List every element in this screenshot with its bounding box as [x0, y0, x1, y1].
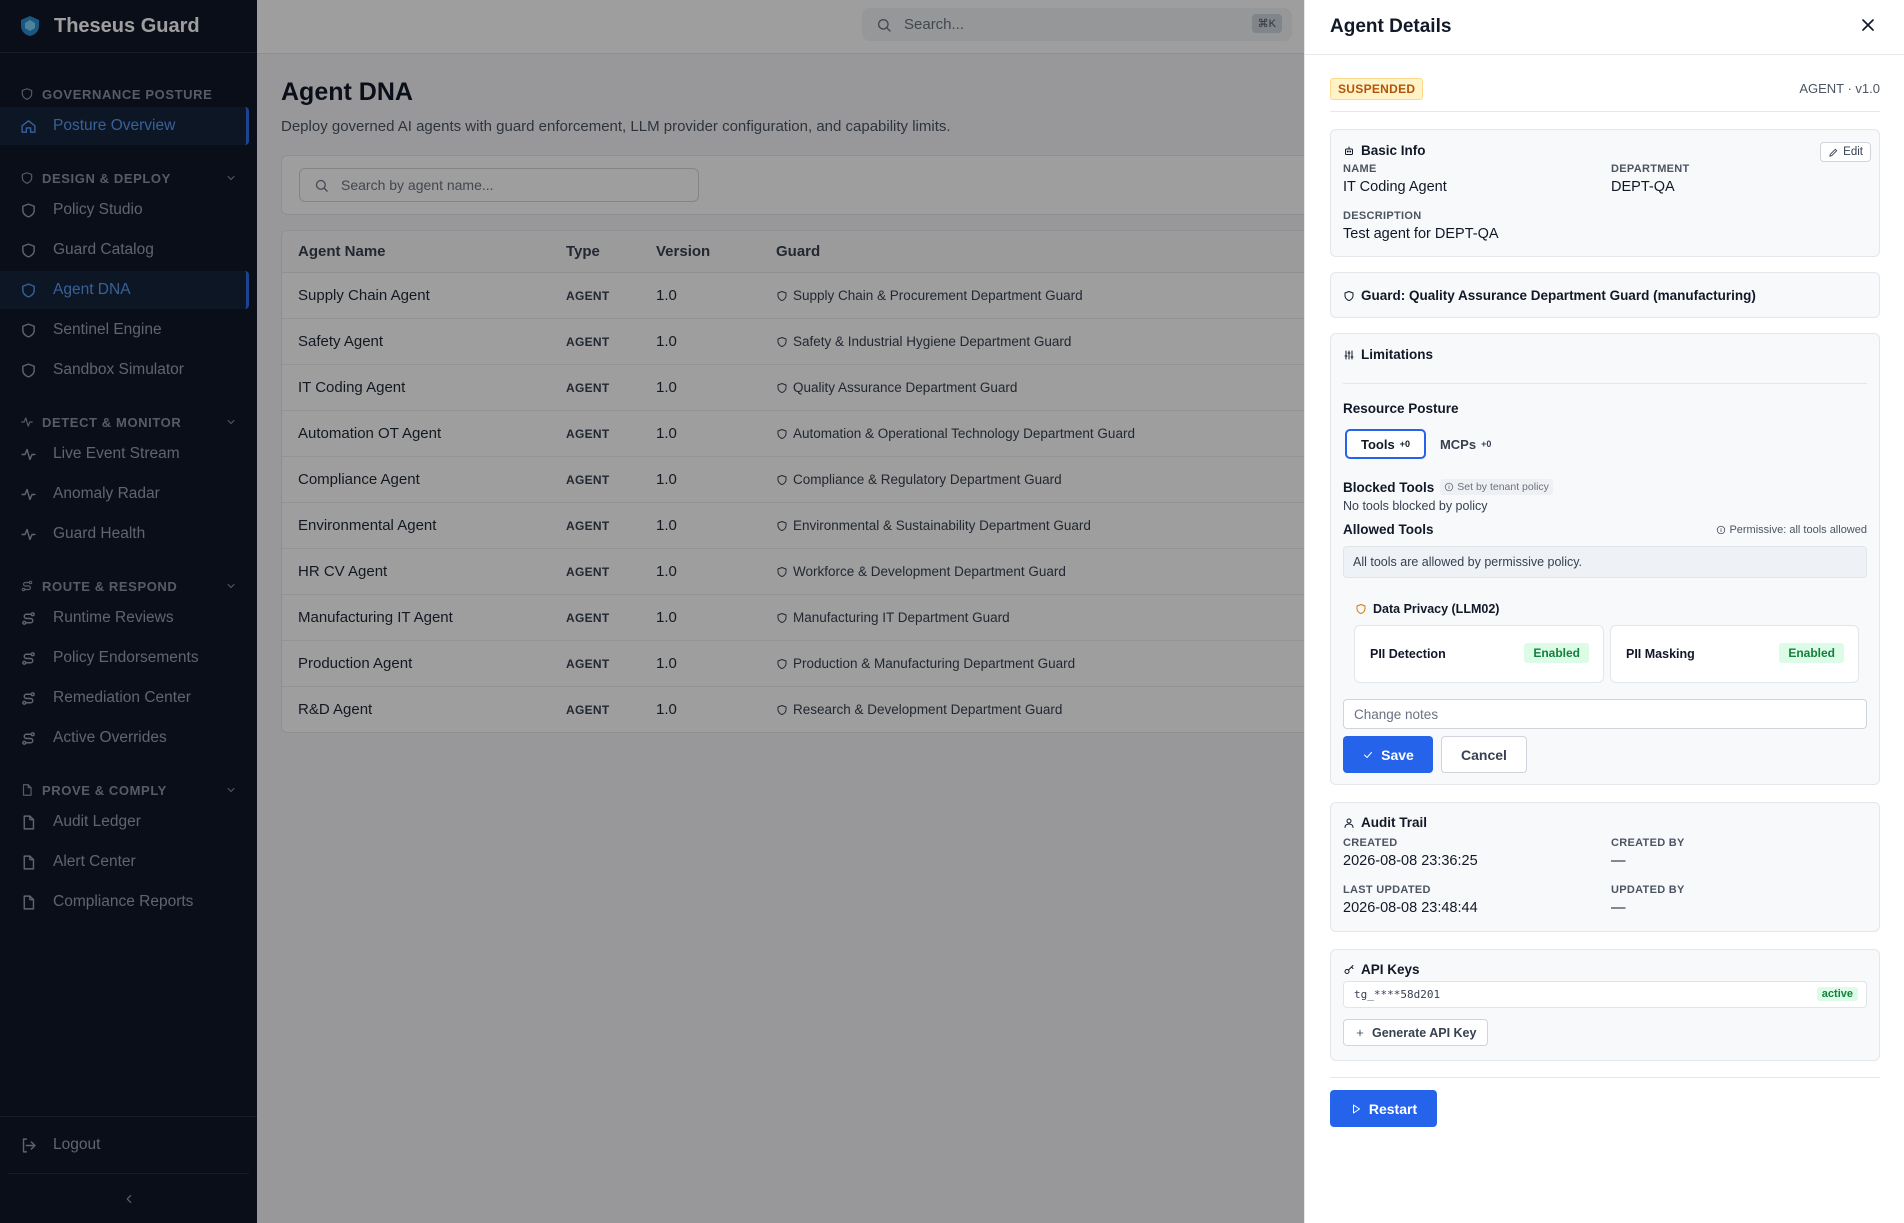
- card-title-label: API Keys: [1361, 962, 1420, 977]
- bot-icon: [1345, 146, 1353, 155]
- card-title-label: Basic Info: [1361, 143, 1426, 158]
- limitations-card: Limitations Resource Posture Tools +0 MC…: [1330, 333, 1880, 785]
- created-label: CREATED: [1343, 837, 1398, 849]
- name-label: NAME: [1343, 163, 1377, 175]
- info-icon: [1717, 525, 1726, 535]
- agent-kind-version: AGENT · v1.0: [1799, 81, 1880, 96]
- created-by-field: CREATED BY —: [1611, 837, 1685, 869]
- name-field: NAME IT Coding Agent: [1343, 163, 1447, 195]
- cancel-button[interactable]: Cancel: [1441, 736, 1527, 773]
- info-icon: [1445, 482, 1454, 492]
- guard-title: Guard: Quality Assurance Department Guar…: [1343, 288, 1756, 303]
- created-field: CREATED 2026-08-08 23:36:25: [1343, 837, 1478, 869]
- created-by-label: CREATED BY: [1611, 837, 1685, 849]
- updated-by-value: —: [1611, 900, 1626, 916]
- plus-icon: [1356, 1029, 1364, 1036]
- tab-count: +0: [1399, 439, 1410, 449]
- play-icon: [1352, 1104, 1360, 1113]
- api-key-row[interactable]: tg_****58d201 active: [1343, 981, 1867, 1008]
- key-status-badge: active: [1816, 987, 1858, 1001]
- guard-card[interactable]: Guard: Quality Assurance Department Guar…: [1330, 272, 1880, 318]
- api-key-value: tg_****58d201: [1354, 988, 1441, 1001]
- tab-label: MCPs: [1439, 436, 1477, 452]
- updated-by-field: UPDATED BY —: [1611, 884, 1685, 916]
- status-badge: SUSPENDED: [1330, 78, 1424, 100]
- permissive-hint: Permissive: all tools allowed: [1716, 524, 1867, 536]
- tab-tools[interactable]: Tools +0: [1345, 429, 1426, 459]
- generate-api-key-button[interactable]: Generate API Key: [1343, 1019, 1489, 1046]
- generate-label: Generate API Key: [1372, 1025, 1477, 1040]
- check-icon: [1364, 751, 1373, 758]
- pencil-icon: [1829, 148, 1838, 157]
- shield-icon: [1344, 290, 1354, 301]
- notes-placeholder: Change notes: [1354, 706, 1439, 722]
- shield-icon: [1356, 604, 1366, 614]
- limitations-title: Limitations: [1343, 347, 1433, 362]
- tab-mcps[interactable]: MCPs +0: [1426, 429, 1505, 459]
- updated-label: LAST UPDATED: [1343, 884, 1431, 896]
- updated-value: 2026-08-08 23:48:44: [1343, 900, 1478, 916]
- card-title-label: Limitations: [1361, 347, 1434, 362]
- audit-trail-title: Audit Trail: [1343, 815, 1427, 830]
- key-icon: [1344, 964, 1354, 974]
- drawer-header: Agent Details: [1305, 0, 1904, 55]
- status-badge: Enabled: [1779, 643, 1844, 663]
- close-icon[interactable]: [1858, 15, 1878, 35]
- api-keys-card: API Keys tg_****58d201 active Generate A…: [1330, 949, 1880, 1061]
- restart-button[interactable]: Restart: [1330, 1090, 1437, 1127]
- basic-info-card: Basic Info Edit NAME IT Coding Agent DEP…: [1330, 129, 1880, 257]
- edit-label: Edit: [1843, 146, 1863, 158]
- blocked-tools-title: Blocked Tools Set by tenant policy: [1343, 479, 1553, 495]
- divider: [1343, 383, 1867, 384]
- department-value: DEPT-QA: [1611, 179, 1675, 195]
- resource-posture-title: Resource Posture: [1343, 401, 1459, 416]
- updated-by-label: UPDATED BY: [1611, 884, 1685, 896]
- description-value: Test agent for DEPT-QA: [1343, 226, 1499, 242]
- sliders-icon: [1344, 350, 1354, 359]
- data-privacy-title: Data Privacy (LLM02): [1355, 602, 1499, 616]
- blocked-tools-text: No tools blocked by policy: [1343, 499, 1488, 513]
- option-label: PII Detection: [1370, 647, 1446, 661]
- agent-details-drawer: Agent Details SUSPENDED AGENT · v1.0 Bas…: [1304, 0, 1904, 1223]
- restart-label: Restart: [1368, 1100, 1418, 1117]
- save-label: Save: [1381, 746, 1414, 763]
- name-value: IT Coding Agent: [1343, 179, 1447, 195]
- hint-text: Permissive: all tools allowed: [1729, 524, 1867, 536]
- drawer-title: Agent Details: [1330, 16, 1452, 37]
- audit-trail-card: Audit Trail CREATED 2026-08-08 23:36:25 …: [1330, 802, 1880, 932]
- data-privacy-label: Data Privacy (LLM02): [1373, 602, 1500, 616]
- change-notes-input[interactable]: Change notes: [1343, 699, 1867, 729]
- save-button[interactable]: Save: [1343, 736, 1433, 773]
- description-field: DESCRIPTION Test agent for DEPT-QA: [1343, 210, 1499, 242]
- allowed-tools-info: All tools are allowed by permissive poli…: [1343, 546, 1867, 578]
- created-by-value: —: [1611, 853, 1626, 869]
- tab-label: Tools: [1361, 436, 1395, 452]
- cancel-label: Cancel: [1461, 746, 1507, 763]
- api-keys-title: API Keys: [1343, 962, 1420, 977]
- resource-tabs: Tools +0 MCPs +0: [1345, 429, 1505, 459]
- divider: [1330, 1077, 1880, 1078]
- updated-field: LAST UPDATED 2026-08-08 23:48:44: [1343, 884, 1478, 916]
- allowed-tools-title: Allowed Tools: [1343, 522, 1434, 537]
- status-badge: Enabled: [1524, 643, 1589, 663]
- tab-count: +0: [1481, 439, 1492, 449]
- guard-label: Guard: Quality Assurance Department Guar…: [1361, 288, 1756, 303]
- hint-text: Set by tenant policy: [1457, 481, 1549, 493]
- card-title-label: Audit Trail: [1361, 815, 1428, 830]
- department-label: DEPARTMENT: [1611, 163, 1690, 175]
- blocked-tools-label: Blocked Tools: [1343, 479, 1435, 495]
- basic-info-title: Basic Info: [1343, 143, 1426, 158]
- pii-detection-option[interactable]: PII Detection Enabled: [1354, 625, 1604, 683]
- created-value: 2026-08-08 23:36:25: [1343, 853, 1478, 869]
- pii-masking-option[interactable]: PII Masking Enabled: [1610, 625, 1859, 683]
- tenant-policy-hint: Set by tenant policy: [1440, 479, 1553, 495]
- description-label: DESCRIPTION: [1343, 210, 1422, 222]
- edit-button[interactable]: Edit: [1820, 142, 1871, 162]
- option-label: PII Masking: [1626, 647, 1695, 661]
- user-icon: [1344, 818, 1354, 828]
- privacy-options: PII Detection Enabled PII Masking Enable…: [1354, 625, 1859, 683]
- status-row: SUSPENDED AGENT · v1.0: [1330, 78, 1880, 112]
- department-field: DEPARTMENT DEPT-QA: [1611, 163, 1690, 195]
